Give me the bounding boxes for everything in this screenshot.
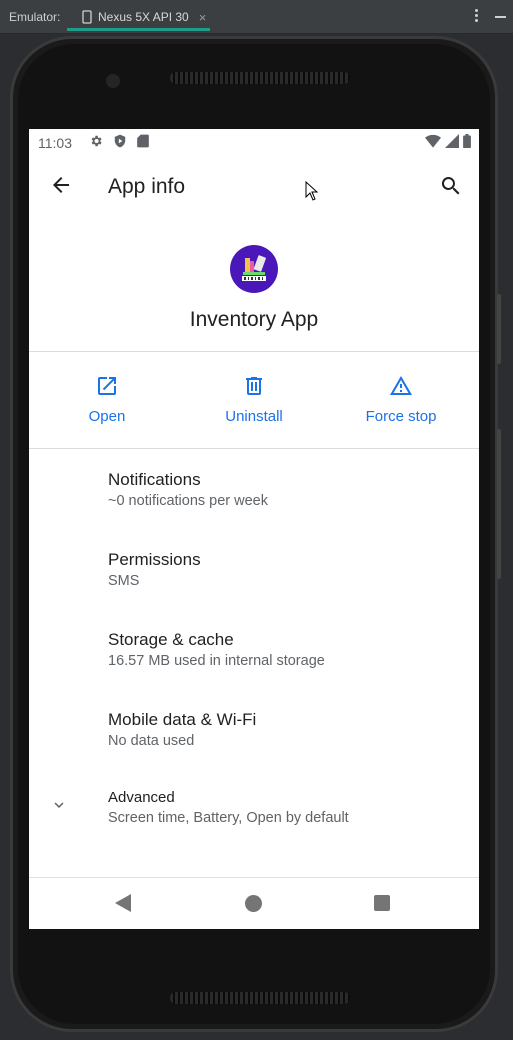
settings-item-title: Notifications (108, 470, 201, 489)
open-button[interactable]: Open (32, 352, 182, 448)
gear-icon (91, 135, 102, 147)
settings-item-title: Storage & cache (108, 630, 234, 649)
settings-item-subtitle: No data used (108, 733, 195, 749)
emulator-label: Emulator: (9, 10, 61, 24)
close-tab-icon[interactable]: × (199, 10, 207, 25)
device-screen: 11:03 App info Inventory App Open Uninst… (29, 129, 479, 929)
chevron-down-icon (54, 802, 64, 808)
status-time: 11:03 (38, 135, 72, 151)
app-bar: App info (29, 155, 479, 217)
uninstall-button[interactable]: Uninstall (179, 352, 329, 448)
volume-button[interactable] (497, 429, 501, 579)
settings-item-mobile-data[interactable]: Mobile data & Wi-Fi No data used (29, 689, 479, 769)
wifi-icon (425, 134, 441, 148)
bottom-speaker (170, 992, 350, 1004)
emulator-toolbar: Emulator: Nexus 5X API 30 × (0, 0, 513, 34)
minimize-icon[interactable] (495, 16, 506, 18)
settings-item-subtitle: Screen time, Battery, Open by default (108, 810, 349, 826)
top-speaker (170, 72, 350, 84)
force-stop-label: Force stop (365, 408, 437, 425)
nav-back-icon[interactable] (115, 894, 131, 912)
nav-home-icon[interactable] (245, 895, 262, 912)
settings-item-title: Permissions (108, 550, 201, 569)
settings-item-advanced[interactable]: Advanced Screen time, Battery, Open by d… (29, 769, 479, 849)
settings-item-title: Advanced (108, 789, 175, 806)
settings-item-subtitle: ~0 notifications per week (108, 493, 268, 509)
settings-item-notifications[interactable]: Notifications ~0 notifications per week (29, 449, 479, 529)
emulator-tab-title: Nexus 5X API 30 (98, 10, 189, 24)
settings-item-subtitle: SMS (108, 573, 140, 589)
settings-item-title: Mobile data & Wi-Fi (108, 710, 257, 729)
phone-device-icon (82, 10, 92, 24)
warning-icon (390, 376, 412, 395)
app-name: Inventory App (189, 308, 319, 331)
front-camera (106, 74, 120, 88)
settings-item-subtitle: 16.57 MB used in internal storage (108, 653, 325, 669)
tab-active-indicator (67, 28, 210, 31)
page-title: App info (108, 175, 186, 198)
cell-signal-icon (445, 134, 459, 148)
open-label: Open (88, 408, 126, 425)
system-nav-bar (29, 877, 479, 929)
search-icon[interactable] (439, 174, 463, 198)
open-external-icon (98, 377, 116, 395)
trash-icon (246, 377, 262, 395)
arrow-back-icon[interactable] (49, 173, 73, 197)
uninstall-label: Uninstall (225, 408, 283, 425)
battery-icon (463, 134, 471, 148)
power-button[interactable] (497, 294, 501, 364)
mouse-cursor-icon (305, 181, 319, 201)
app-header: Inventory App (29, 217, 479, 352)
status-bar: 11:03 (29, 129, 479, 155)
settings-item-permissions[interactable]: Permissions SMS (29, 529, 479, 609)
action-buttons: Open Uninstall Force stop (29, 352, 479, 449)
more-menu-icon[interactable] (475, 9, 479, 24)
emulator-device-tab[interactable]: Nexus 5X API 30 × (68, 4, 220, 30)
app-logo (230, 245, 278, 293)
nav-recents-icon[interactable] (374, 895, 390, 911)
inventory-app-icon (242, 255, 266, 281)
settings-item-storage[interactable]: Storage & cache 16.57 MB used in interna… (29, 609, 479, 689)
sd-card-icon (137, 134, 149, 148)
force-stop-button[interactable]: Force stop (326, 352, 476, 448)
shield-icon (114, 134, 126, 148)
